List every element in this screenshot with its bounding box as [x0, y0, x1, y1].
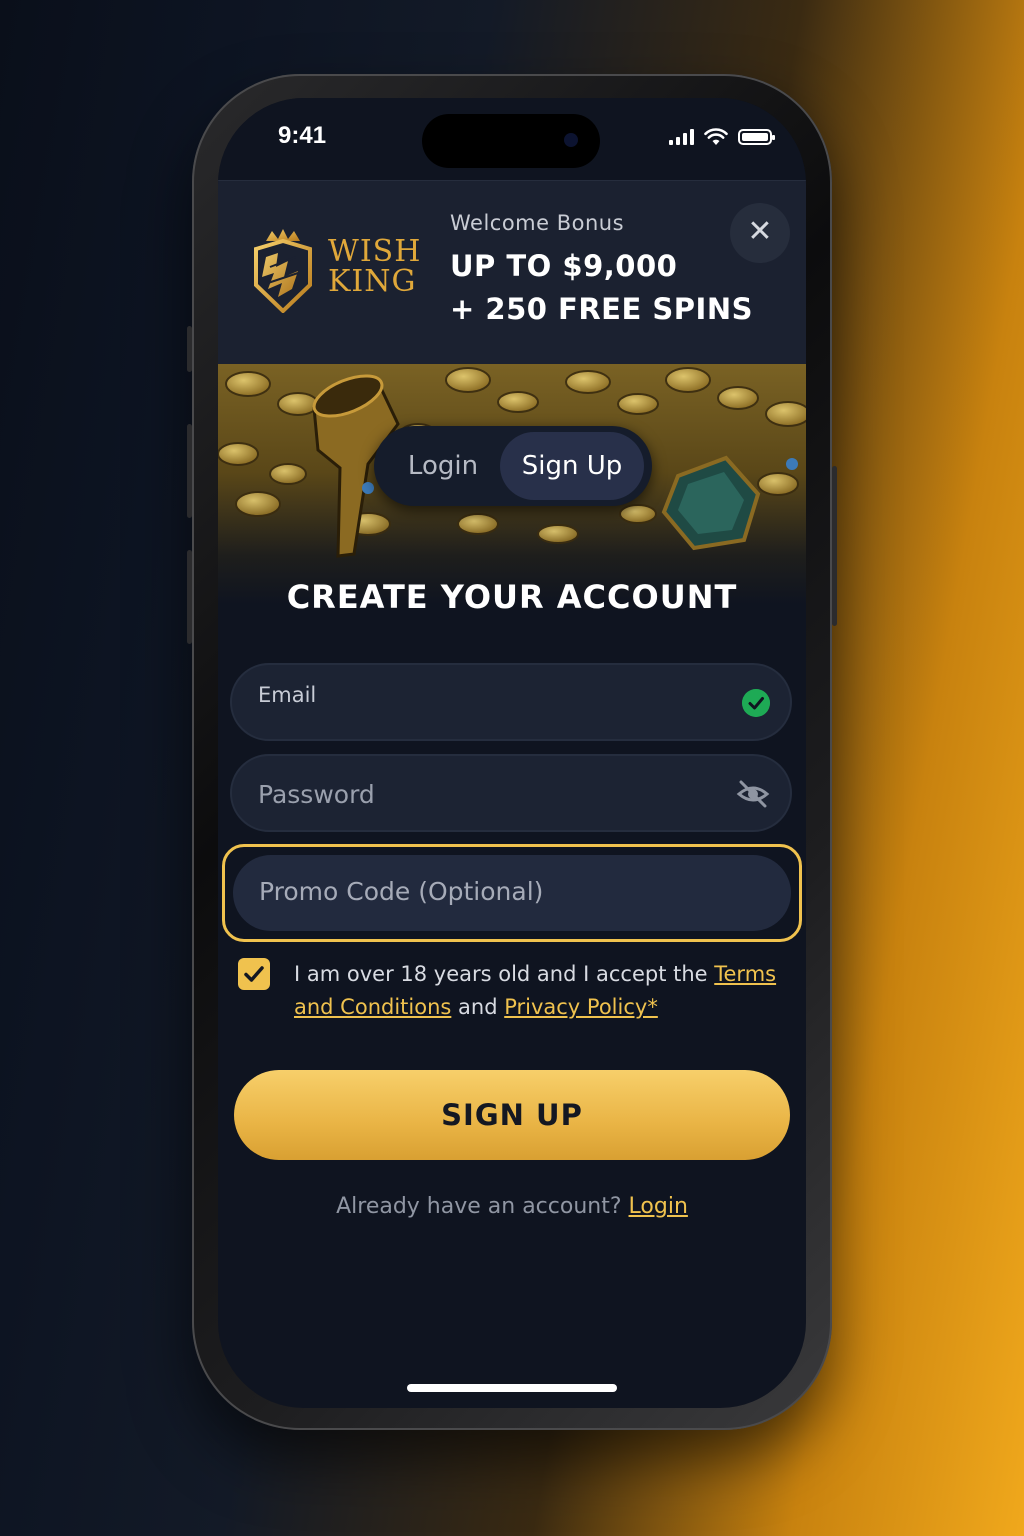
password-field[interactable]: Password	[230, 754, 792, 832]
bonus-free-spins: + 250 FREE SPINS	[450, 292, 753, 326]
wish-king-logo-icon	[254, 229, 312, 313]
brand-wordmark: WISH KING	[328, 237, 421, 297]
terms-checkbox[interactable]	[238, 958, 270, 990]
brand-line-1: WISH	[328, 234, 422, 269]
password-placeholder: Password	[258, 780, 375, 809]
login-link[interactable]: Login	[629, 1194, 688, 1219]
checkbox-check-icon	[244, 966, 264, 982]
login-prompt: Already have an account? Login	[218, 1194, 806, 1219]
status-time: 9:41	[278, 122, 327, 149]
terms-text: I am over 18 years old and I accept the …	[294, 958, 794, 1024]
brand-line-2: KING	[328, 264, 417, 299]
mute-switch	[187, 326, 192, 372]
login-prompt-text: Already have an account?	[336, 1194, 629, 1219]
promo-code-focus-ring: Promo Code (Optional)	[222, 844, 802, 942]
bonus-amount: UP TO $9,000	[450, 249, 678, 283]
volume-down-button	[187, 550, 192, 644]
power-button	[832, 466, 837, 626]
sign-up-button[interactable]: SIGN UP	[234, 1070, 790, 1160]
promo-code-field[interactable]: Promo Code (Optional)	[233, 855, 791, 931]
battery-icon	[738, 129, 775, 145]
promo-code-placeholder: Promo Code (Optional)	[259, 877, 544, 906]
tab-login[interactable]: Login	[382, 432, 504, 500]
status-bar: 9:41	[218, 98, 806, 180]
close-icon: ✕	[747, 214, 773, 249]
terms-prefix: I am over 18 years old and I accept the	[294, 962, 715, 986]
terms-middle: and	[451, 995, 505, 1019]
eye-off-icon[interactable]	[736, 778, 770, 810]
home-indicator[interactable]	[407, 1384, 617, 1392]
status-icons	[669, 128, 775, 146]
bonus-label: Welcome Bonus	[450, 211, 625, 235]
privacy-policy-link[interactable]: Privacy Policy*	[504, 995, 658, 1019]
signal-icon	[669, 129, 694, 145]
email-field[interactable]: Email	[230, 663, 792, 741]
email-label: Email	[258, 683, 317, 707]
welcome-bonus-banner: WISH KING Welcome Bonus UP TO $9,000 + 2…	[218, 180, 806, 364]
wifi-icon	[704, 128, 728, 145]
tab-sign-up[interactable]: Sign Up	[500, 432, 644, 500]
page-title: CREATE YOUR ACCOUNT	[286, 578, 738, 616]
treasure-hero-image: Login Sign Up	[218, 364, 806, 604]
camera-icon	[564, 133, 578, 147]
volume-up-button	[187, 424, 192, 518]
dynamic-island	[422, 114, 600, 168]
phone-screen: 9:41 WISH KING Welcome Bonus UP TO $9,00…	[218, 98, 806, 1408]
close-button[interactable]: ✕	[730, 203, 790, 263]
auth-tabs: Login Sign Up	[374, 426, 652, 506]
check-circle-icon	[742, 689, 770, 717]
